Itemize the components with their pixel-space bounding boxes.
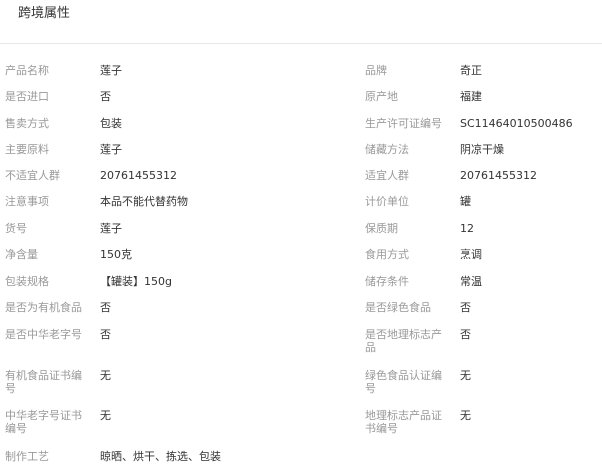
attr-value: 否 [460,301,471,314]
attr-value: 无 [100,369,111,382]
attr-label: 主要原料 [5,143,49,156]
attr-label: 货号 [5,222,27,235]
attr-label: 注意事项 [5,195,49,208]
attr-value: 20761455312 [460,169,537,182]
attr-value: 无 [460,369,471,382]
attr-value: SC11464010500486 [460,117,573,130]
attr-label: 计价单位 [365,195,409,208]
attr-value: 12 [460,222,474,235]
attr-label: 食用方式 [365,248,409,261]
attr-label: 品牌 [365,64,387,77]
attr-label: 适宜人群 [365,169,409,182]
attr-value: 20761455312 [100,169,177,182]
attr-label: 售卖方式 [5,117,49,130]
attr-value: 否 [100,90,111,103]
attr-label: 制作工艺 [5,450,49,463]
attr-value: 【罐装】150g [100,275,172,288]
attr-value: 否 [100,301,111,314]
attr-value: 晾晒、烘干、拣选、包装 [100,450,221,463]
attr-value: 常温 [460,275,482,288]
attr-value: 无 [100,409,111,422]
attr-label: 产品名称 [5,64,49,77]
attr-label: 原产地 [365,90,398,103]
attr-value: 包装 [100,117,122,130]
attr-value: 奇正 [460,64,482,77]
attr-label: 不适宜人群 [5,169,60,182]
attr-value: 莲子 [100,64,122,77]
attr-value: 莲子 [100,143,122,156]
attr-value: 否 [100,328,111,341]
attr-label: 储藏方法 [365,143,409,156]
attr-value: 罐 [460,195,471,208]
attr-label: 是否进口 [5,90,49,103]
attr-label: 有机食品证书编号 [5,369,82,395]
attr-value: 否 [460,328,471,341]
attribute-grid: 产品名称 莲子 品牌 奇正 是否进口 否 原产地 福建 售卖方式 包装 生产许可… [0,0,602,472]
attr-label: 保质期 [365,222,398,235]
attr-value: 无 [460,409,471,422]
attr-value: 150克 [100,248,132,261]
attr-label: 是否为有机食品 [5,301,82,314]
attr-value: 莲子 [100,222,122,235]
attr-label: 绿色食品认证编号 [365,369,442,395]
attr-value: 烹调 [460,248,482,261]
attr-label: 储存条件 [365,275,409,288]
attr-label: 生产许可证编号 [365,117,442,130]
attr-label: 是否地理标志产品 [365,328,442,354]
attr-label: 地理标志产品证书编号 [365,409,442,435]
attr-value: 福建 [460,90,482,103]
attr-value: 本品不能代替药物 [100,195,188,208]
attr-label: 包装规格 [5,275,49,288]
attr-value: 阴凉干燥 [460,143,504,156]
attr-label: 是否绿色食品 [365,301,431,314]
attr-label: 净含量 [5,248,38,261]
attr-label: 是否中华老字号 [5,328,82,341]
attr-label: 中华老字号证书编号 [5,409,82,435]
